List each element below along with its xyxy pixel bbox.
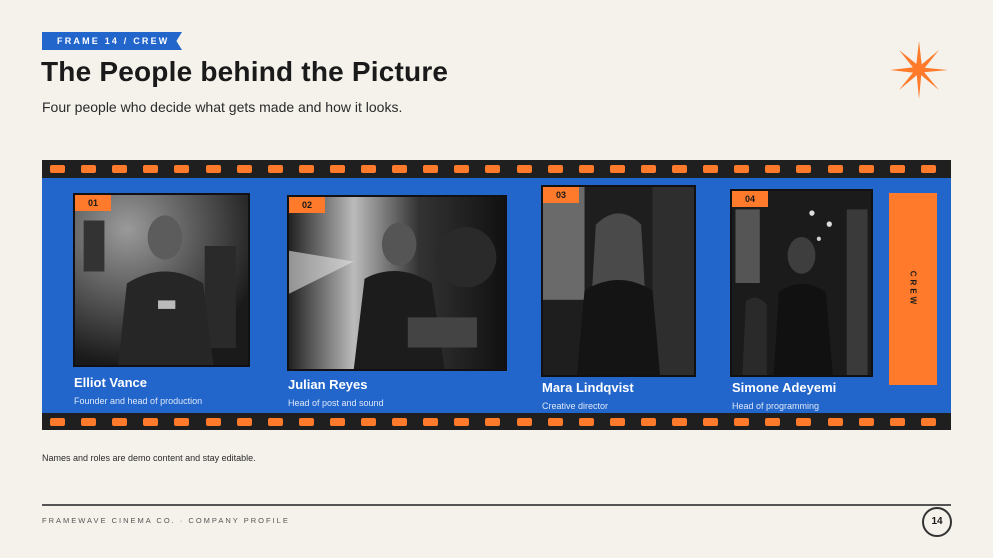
film-perforation: [547, 165, 563, 173]
film-perforation: [174, 165, 190, 173]
film-perforation: [454, 165, 470, 173]
crew-card-2[interactable]: 02 Julian Reyes Head of post and sound: [287, 195, 507, 415]
film-perforation: [423, 418, 439, 426]
film-strip: 01 Elliot Vance Founder and head of prod…: [42, 160, 951, 430]
footer-divider: [42, 504, 951, 506]
section-tag: FRAME 14 / CREW: [42, 32, 182, 50]
film-perforation: [578, 165, 594, 173]
crew-number: 02: [289, 197, 325, 213]
film-perforation: [298, 165, 314, 173]
crew-number: 01: [75, 195, 111, 211]
film-perforation: [361, 418, 376, 426]
film-perforation: [858, 418, 874, 426]
crew-side-tab: CREW: [889, 193, 937, 385]
crew-photo-mara: 03: [541, 185, 696, 377]
film-perforation: [827, 418, 843, 426]
film-perforation: [143, 165, 159, 173]
film-perforation: [205, 165, 221, 173]
film-perforation: [734, 165, 750, 173]
crew-number: 03: [543, 187, 579, 203]
crew-photo-julian: 02: [287, 195, 507, 371]
film-perforation: [485, 165, 501, 173]
film-perforation: [423, 165, 439, 173]
crew-card-3[interactable]: 03 Mara Lindqvist Creative director: [541, 185, 719, 413]
film-perforation: [672, 165, 687, 173]
film-perforation: [112, 165, 128, 173]
crew-role: Head of post and sound: [288, 398, 384, 408]
crew-name: Elliot Vance: [74, 375, 147, 390]
page-subtitle: Four people who decide what gets made an…: [42, 99, 403, 115]
portrait-image: [289, 197, 505, 369]
film-perforation: [392, 418, 408, 426]
crew-role: Founder and head of production: [74, 396, 203, 406]
film-perforation: [174, 418, 190, 426]
portrait-image: [732, 191, 871, 375]
film-perforation: [267, 165, 283, 173]
film-perforations-bottom: [42, 413, 951, 431]
crew-name: Julian Reyes: [288, 377, 368, 392]
film-perforation: [765, 165, 781, 173]
film-perforation: [516, 165, 532, 173]
film-perforation: [454, 418, 470, 426]
film-perforation: [765, 418, 781, 426]
demo-note: Names and roles are demo content and sta…: [42, 453, 256, 463]
crew-number: 04: [732, 191, 768, 207]
film-perforation: [734, 418, 750, 426]
crew-photo-elliot: 01: [73, 193, 250, 367]
film-perforation: [205, 418, 221, 426]
page-title: The People behind the Picture: [41, 56, 449, 87]
portrait-image: [75, 195, 248, 365]
film-perforation: [889, 418, 905, 426]
film-perforation: [81, 165, 97, 173]
film-perforation: [361, 165, 376, 173]
portrait-image: [543, 187, 694, 375]
film-perforation: [889, 165, 905, 173]
crew-name: Simone Adeyemi: [732, 380, 837, 395]
film-perforation: [236, 165, 252, 173]
crew-card-1[interactable]: 01 Elliot Vance Founder and head of prod…: [73, 193, 251, 413]
film-perforation: [609, 418, 625, 426]
crew-photo-simone: 04: [730, 189, 873, 377]
film-perforation: [329, 418, 345, 426]
film-perforation: [609, 165, 625, 173]
film-perforation: [50, 165, 65, 173]
film-perforations-top: [42, 160, 951, 178]
film-perforation: [703, 418, 719, 426]
film-perforation: [50, 418, 65, 426]
film-perforation: [796, 418, 812, 426]
crew-card-4[interactable]: 04 Simone Adeyemi Head of programming: [730, 189, 880, 413]
film-perforation: [236, 418, 252, 426]
film-perforation: [858, 165, 874, 173]
crew-role: Head of programming: [732, 401, 820, 411]
film-perforation: [112, 418, 128, 426]
film-perforation: [81, 418, 97, 426]
film-perforation: [672, 418, 687, 426]
film-perforation: [578, 418, 594, 426]
film-perforation: [920, 165, 936, 173]
crew-side-tab-label: CREW: [908, 270, 918, 308]
film-perforation: [640, 418, 656, 426]
film-perforation: [796, 165, 812, 173]
film-perforation: [298, 418, 314, 426]
page-number: 14: [922, 507, 952, 537]
film-perforation: [827, 165, 843, 173]
crew-role: Creative director: [542, 401, 609, 411]
film-perforation: [547, 418, 563, 426]
film-perforation: [920, 418, 936, 426]
footer-company: FRAMEWAVE CINEMA CO. · COMPANY PROFILE: [42, 516, 290, 525]
starburst-icon: [890, 41, 948, 99]
page-number-badge: 14: [922, 507, 952, 537]
film-perforation: [143, 418, 159, 426]
film-perforation: [267, 418, 283, 426]
film-perforation: [392, 165, 408, 173]
crew-band: 01 Elliot Vance Founder and head of prod…: [42, 178, 951, 413]
film-perforation: [329, 165, 345, 173]
film-perforation: [640, 165, 656, 173]
film-perforation: [516, 418, 532, 426]
film-perforation: [485, 418, 501, 426]
crew-name: Mara Lindqvist: [542, 380, 634, 395]
film-perforation: [703, 165, 719, 173]
